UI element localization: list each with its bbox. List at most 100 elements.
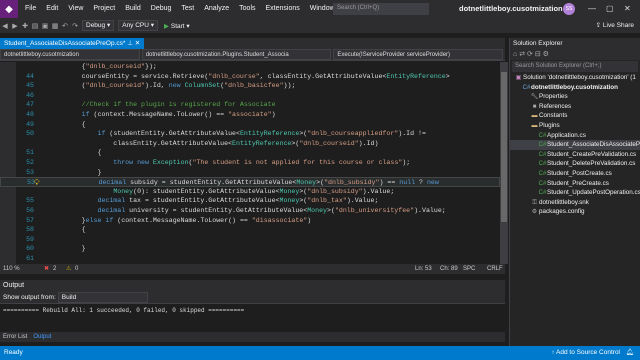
code-line[interactable]: 51 { xyxy=(0,148,500,158)
code-line[interactable]: 45 ("dnlb_courseid").Id, new ColumnSet("… xyxy=(0,81,500,91)
source-control-button[interactable]: ↑ Add to Source Control xyxy=(551,346,620,360)
code-line[interactable]: 53 } xyxy=(0,168,500,178)
scrollbar-thumb[interactable] xyxy=(501,72,507,222)
menu-analyze[interactable]: Analyze xyxy=(199,0,234,18)
output-source-dropdown[interactable]: Build xyxy=(57,291,148,303)
tree-item[interactable]: 🔧︎Properties xyxy=(510,92,640,102)
line-number: 58 xyxy=(26,226,34,234)
refresh-icon[interactable]: ⟳ xyxy=(527,51,533,58)
menu-file[interactable]: File xyxy=(20,0,41,18)
back-icon[interactable]: ◀ xyxy=(0,22,10,30)
tree-item-label: References xyxy=(539,102,572,110)
lightbulb-icon[interactable]: 💡︎ xyxy=(34,178,40,188)
code-line[interactable]: 44 courseEntity = service.Retrieve("dnlb… xyxy=(0,72,500,82)
code-line[interactable]: 53 decimal subsidy = studentEntity.GetAt… xyxy=(0,177,500,187)
menu-tools[interactable]: Tools xyxy=(234,0,260,18)
code-line[interactable]: 48 if (context.MessageName.ToLower() == … xyxy=(0,110,500,120)
tree-item[interactable]: C#Student_AssociateDisAssociatePreOp.cs xyxy=(510,140,640,150)
open-icon[interactable]: ▤ xyxy=(30,22,40,30)
tree-item[interactable]: ▬ Plugins xyxy=(510,121,640,131)
configuration-dropdown[interactable]: Debug ▾ xyxy=(82,20,115,31)
solution-explorer-search[interactable]: Search Solution Explorer (Ctrl+;) xyxy=(512,61,638,72)
member-dropdown[interactable]: Execute(IServiceProvider serviceProvider… xyxy=(333,49,503,60)
code-line[interactable]: 55 decimal tax = studentEntity.GetAttrib… xyxy=(0,196,500,206)
code-line[interactable]: Money(0): studentEntity.GetAttributeValu… xyxy=(0,187,500,197)
tab-output[interactable]: Output xyxy=(30,332,54,342)
code-line[interactable]: 52 throw new Exception("The student is n… xyxy=(0,158,500,168)
code-text: { xyxy=(50,226,86,234)
line-number: 52 xyxy=(26,159,34,166)
save-all-icon[interactable]: ▦ xyxy=(50,22,60,30)
settings-icon[interactable]: ⚙ xyxy=(543,51,549,58)
menu-build[interactable]: Build xyxy=(120,0,146,18)
user-avatar[interactable]: SS xyxy=(563,3,575,15)
undo-icon[interactable]: ↶ xyxy=(60,22,70,30)
line-number: 51 xyxy=(26,149,34,157)
line-number: 55 xyxy=(26,197,34,205)
menu-test[interactable]: Test xyxy=(176,0,199,18)
tree-item[interactable]: C#Student_CreatePreValidation.cs xyxy=(510,150,640,160)
live-share-button[interactable]: ⇪ Live Share xyxy=(596,18,634,33)
code-line[interactable]: 46 xyxy=(0,91,500,101)
redo-icon[interactable]: ↷ xyxy=(70,22,80,30)
tree-item[interactable]: C#Student_DeletePreValidation.cs xyxy=(510,159,640,169)
live-share-label: Live Share xyxy=(602,22,634,29)
menu-edit[interactable]: Edit xyxy=(41,0,63,18)
tree-item[interactable]: ⚿ dotnetlittleboy.snk xyxy=(510,198,640,208)
document-tab[interactable]: Student_AssociateDisAssociatePreOp.cs* ⊥… xyxy=(0,38,145,49)
code-line[interactable]: 56 decimal university = studentEntity.Ge… xyxy=(0,206,500,216)
minimize-icon[interactable]: — xyxy=(588,0,596,18)
save-icon[interactable]: ▣ xyxy=(40,22,50,30)
menu-extensions[interactable]: Extensions xyxy=(261,0,305,18)
code-line[interactable]: 57 }else if (context.MessageName.ToLower… xyxy=(0,216,500,226)
close-tab-icon[interactable]: ✕ xyxy=(135,40,140,47)
tree-item[interactable]: ▬ Constants xyxy=(510,111,640,121)
tree-item[interactable]: ▣ Solution 'dotnetlittleboy.cusotmization… xyxy=(510,73,640,83)
code-line[interactable]: 47 //Check if the plugin is registered f… xyxy=(0,100,500,110)
maximize-icon[interactable]: ▢ xyxy=(606,0,614,18)
code-line[interactable]: 60 } xyxy=(0,244,500,254)
code-line[interactable]: classEntity.GetAttributeValue<EntityRefe… xyxy=(0,139,500,149)
platform-dropdown[interactable]: Any CPU ▾ xyxy=(118,20,159,31)
tab-error-list[interactable]: Error List xyxy=(0,332,30,342)
new-item-icon[interactable]: ✚ xyxy=(20,22,30,30)
tree-item-label: Application.cs xyxy=(547,131,586,139)
error-icon[interactable]: ✖ xyxy=(44,264,49,274)
tree-item[interactable]: C#Application.cs xyxy=(510,131,640,141)
tree-item[interactable]: C#dotnetlittleboy.cusotmization xyxy=(510,83,640,93)
code-editor[interactable]: {"dnlb_courseid"}); 44 courseEntity = ser… xyxy=(0,62,500,264)
code-line[interactable]: 50 if (studentEntity.GetAttributeValue<E… xyxy=(0,129,500,139)
close-icon[interactable]: ✕ xyxy=(624,0,631,18)
line-number: 47 xyxy=(26,101,34,109)
code-text: courseEntity = service.Retrieve("dnlb_co… xyxy=(50,72,450,80)
menu-project[interactable]: Project xyxy=(88,0,120,18)
tree-item[interactable]: ⚙ packages.config xyxy=(510,207,640,217)
home-icon[interactable]: ⌂ xyxy=(513,51,517,58)
zoom-level[interactable]: 110 % xyxy=(3,264,20,274)
code-line[interactable]: {"dnlb_courseid"}); xyxy=(0,62,500,72)
sync-icon[interactable]: ⇄ xyxy=(519,51,525,58)
tree-item[interactable]: C#Student_PreCreate.cs xyxy=(510,179,640,189)
menu-debug[interactable]: Debug xyxy=(146,0,177,18)
tree-item[interactable]: ■ References xyxy=(510,102,640,112)
tree-item[interactable]: C#Student_PostCreate.cs xyxy=(510,169,640,179)
start-button[interactable]: ▶ Start ▾ xyxy=(164,22,190,30)
collapse-icon[interactable]: ⊟ xyxy=(535,51,541,58)
forward-icon[interactable]: ▶ xyxy=(10,22,20,30)
csharp-project-icon: C# xyxy=(522,84,531,91)
notification-icon[interactable]: 🔔︎ xyxy=(626,346,634,360)
code-text: Money(0): studentEntity.GetAttributeValu… xyxy=(113,187,395,195)
search-box[interactable]: Search (Ctrl+Q) xyxy=(333,3,429,15)
code-line[interactable]: 61 xyxy=(0,254,500,264)
tree-item[interactable]: C#Student_UpdatePostOperation.cs xyxy=(510,188,640,198)
vertical-scrollbar[interactable] xyxy=(500,62,508,264)
class-dropdown[interactable]: dotnetlittleboy.cusotmization.Plugins.St… xyxy=(141,49,332,60)
code-line[interactable]: 59 xyxy=(0,235,500,245)
code-line[interactable]: 58 { xyxy=(0,225,500,235)
project-dropdown[interactable]: dotnetlittleboy.cusotmization xyxy=(0,49,140,60)
pin-icon[interactable]: ⊥ xyxy=(127,40,133,47)
warning-icon[interactable]: ⚠ xyxy=(66,264,71,274)
code-line[interactable]: 49 { xyxy=(0,120,500,130)
menu-view[interactable]: View xyxy=(63,0,88,18)
cs-file-icon: C# xyxy=(538,151,547,158)
